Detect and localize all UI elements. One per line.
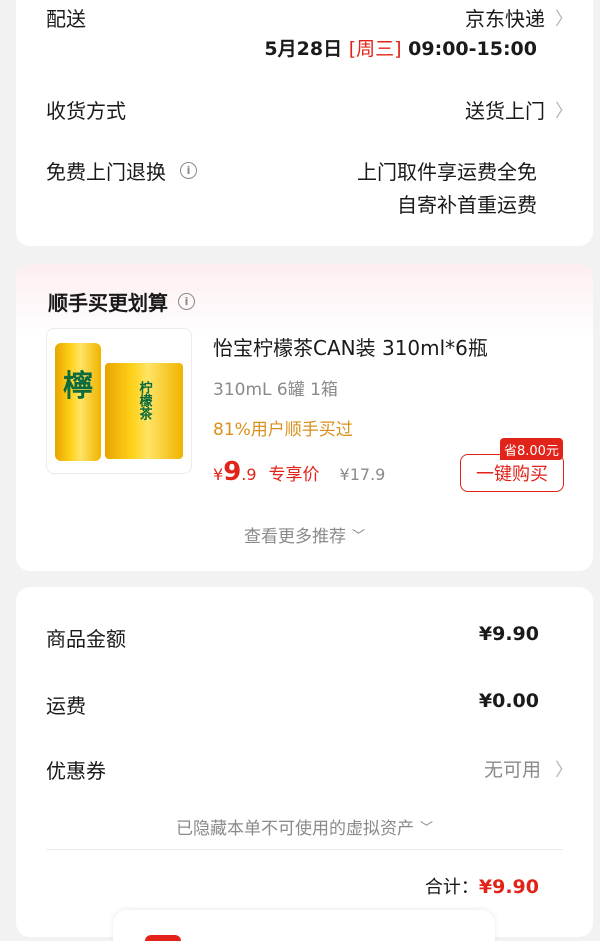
product-image[interactable]: 檸 柠檬茶 bbox=[46, 328, 192, 474]
goods-amount-value: ¥9.90 bbox=[478, 623, 539, 645]
chevron-right-icon: 〉 bbox=[555, 759, 573, 781]
order-summary-card: 商品金额 ¥9.90 运费 ¥0.00 优惠券 无可用 〉 已隐藏本单不可使用的… bbox=[16, 587, 593, 937]
coupon-label: 优惠券 bbox=[46, 759, 106, 783]
price-currency: ¥ bbox=[213, 465, 224, 484]
original-price: ¥17.9 bbox=[339, 465, 386, 484]
divider bbox=[46, 849, 563, 850]
product-name[interactable]: 怡宝柠檬茶CAN装 310ml*6瓶 bbox=[213, 332, 488, 361]
chevron-down-icon: ﹀ bbox=[351, 529, 365, 544]
more-recommend-link[interactable]: 查看更多推荐 ﹀ bbox=[16, 522, 593, 547]
hidden-assets-label: 已隐藏本单不可使用的虚拟资产 bbox=[175, 819, 414, 839]
can-image: 檸 bbox=[55, 343, 101, 461]
delivery-card: 配送 京东快递 〉 5月28日 [周三] 09:00-15:00 收货方式 送货… bbox=[16, 0, 593, 246]
recommend-title: 顺手买更划算 bbox=[48, 291, 168, 315]
free-return-row: 免费上门退换 i bbox=[46, 156, 197, 185]
info-icon[interactable]: i bbox=[178, 293, 195, 310]
promo-tag-icon bbox=[145, 935, 181, 941]
shipping-fee-value: ¥0.00 bbox=[478, 690, 539, 712]
total-label: 合计： bbox=[424, 877, 479, 898]
product-spec: 310mL 6罐 1箱 bbox=[213, 380, 338, 400]
free-return-label: 免费上门退换 bbox=[46, 160, 166, 184]
delivery-time-window: 09:00-15:00 bbox=[408, 38, 537, 60]
chevron-right-icon: 〉 bbox=[555, 100, 573, 122]
recommend-card: 顺手买更划算 i 檸 柠檬茶 怡宝柠檬茶CAN装 310ml*6瓶 310mL … bbox=[16, 264, 593, 571]
coupon-value: 无可用 bbox=[483, 759, 541, 781]
product-price: ¥ 9 .9 专享价 ¥17.9 bbox=[213, 457, 385, 487]
chevron-down-icon: ﹀ bbox=[419, 821, 433, 836]
shipping-fee-label: 运费 bbox=[46, 694, 86, 718]
order-total: 合计： ¥9.90 bbox=[425, 873, 539, 899]
can-brand-text: 檸 bbox=[63, 369, 93, 404]
receive-method-value: 送货上门 bbox=[465, 99, 545, 123]
delivery-date: 5月28日 bbox=[264, 38, 343, 60]
total-value: ¥9.90 bbox=[478, 876, 539, 898]
delivery-weekday: [周三] bbox=[348, 38, 402, 60]
chevron-right-icon: 〉 bbox=[555, 8, 573, 30]
free-return-line2: 自寄补首重运费 bbox=[397, 193, 537, 217]
delivery-time[interactable]: 5月28日 [周三] 09:00-15:00 bbox=[264, 34, 537, 61]
coupon-selector[interactable]: 无可用 〉 bbox=[484, 755, 573, 782]
delivery-label: 配送 bbox=[46, 7, 86, 31]
box-brand-text: 柠檬茶 bbox=[136, 381, 152, 420]
free-return-line1: 上门取件享运费全免 bbox=[357, 160, 537, 184]
info-icon[interactable]: i bbox=[180, 162, 197, 179]
save-badge: 省8.00元 bbox=[500, 438, 563, 460]
box-image: 柠檬茶 bbox=[105, 363, 183, 459]
recommend-header: 顺手买更划算 i bbox=[48, 287, 195, 316]
receive-method-label: 收货方式 bbox=[46, 99, 126, 123]
price-decimal: .9 bbox=[241, 465, 257, 484]
price-integer: 9 bbox=[223, 457, 242, 487]
delivery-carrier-selector[interactable]: 京东快递 〉 bbox=[465, 3, 573, 32]
price-tag: 专享价 bbox=[268, 465, 320, 485]
social-proof: 81%用户顺手买过 bbox=[213, 420, 353, 440]
hidden-assets-toggle[interactable]: 已隐藏本单不可使用的虚拟资产 ﹀ bbox=[16, 814, 593, 839]
delivery-carrier: 京东快递 bbox=[465, 7, 545, 31]
more-recommend-label: 查看更多推荐 bbox=[243, 527, 346, 547]
bottom-floating-bar[interactable] bbox=[113, 910, 495, 941]
receive-method-selector[interactable]: 送货上门 〉 bbox=[465, 95, 573, 124]
goods-amount-label: 商品金额 bbox=[46, 627, 126, 651]
